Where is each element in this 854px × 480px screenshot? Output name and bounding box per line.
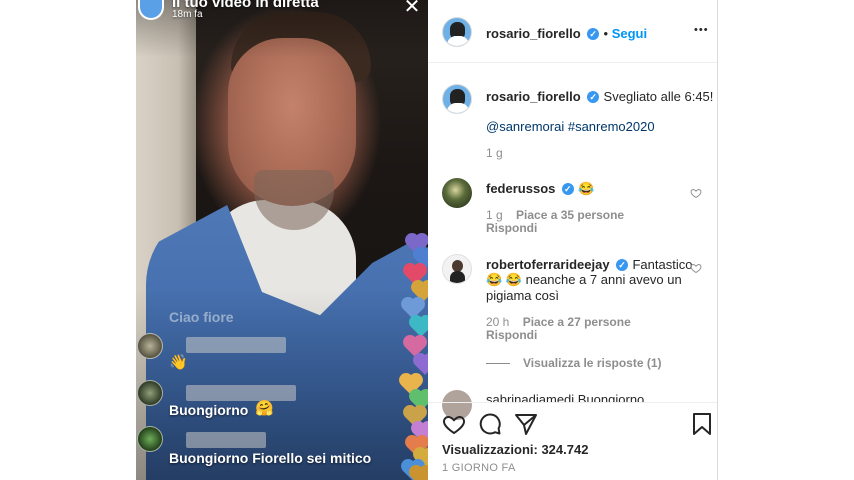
- dot-separator: •: [603, 26, 612, 41]
- reply-button[interactable]: Rispondi: [486, 328, 537, 342]
- commenter-avatar: [137, 380, 163, 406]
- verified-icon: ✓: [587, 90, 600, 103]
- comment-username[interactable]: federussos: [486, 181, 555, 196]
- post-date[interactable]: 1 GIORNO FA: [442, 462, 516, 474]
- caption-author-avatar[interactable]: [442, 84, 472, 114]
- comment-likes[interactable]: Piace a 27 persone: [523, 315, 631, 329]
- cut-off-comment: sabrinadiamedi Buongiorno: [486, 392, 645, 402]
- verified-icon: ✓: [587, 27, 600, 40]
- actions-divider: [428, 402, 717, 403]
- comment-time[interactable]: 20 h: [486, 315, 509, 329]
- replies-line: [486, 363, 510, 364]
- blurred-username: [186, 432, 266, 448]
- live-comment-text: Buongiorno Fiorello sei mitico: [169, 450, 372, 466]
- comment: federussos ✓ 😂: [486, 180, 594, 198]
- reply-button[interactable]: Rispondi: [486, 221, 537, 235]
- header-divider: [428, 62, 717, 63]
- wave-emoji: 👋: [169, 354, 188, 371]
- floating-hearts: [396, 230, 435, 480]
- comment-text: Fantastico: [632, 257, 693, 272]
- caption-tags[interactable]: @sanremorai #sanremo2020: [486, 119, 655, 134]
- comment-likes[interactable]: Piace a 35 persone: [516, 208, 624, 222]
- comment-time[interactable]: 1 g: [486, 208, 503, 222]
- comment-text-line3: pigiama così: [486, 288, 559, 303]
- more-options-icon[interactable]: •••: [694, 24, 709, 36]
- commenter-avatar[interactable]: [442, 178, 472, 208]
- fading-live-comment: Ciao fiore: [169, 309, 234, 325]
- comment-meta: 1 g Piace a 35 persone: [486, 208, 624, 222]
- commenter-avatar: [137, 333, 163, 359]
- commenter-avatar[interactable]: [442, 254, 472, 284]
- comment-text: 😂: [578, 181, 595, 196]
- author-username[interactable]: rosario_fiorello: [486, 26, 581, 41]
- like-icon[interactable]: [442, 412, 466, 436]
- blurred-username: [186, 385, 296, 401]
- follow-button[interactable]: Segui: [612, 26, 647, 41]
- verified-icon: ✓: [561, 182, 574, 195]
- caption-username[interactable]: rosario_fiorello: [486, 89, 581, 104]
- comment-icon[interactable]: [478, 412, 502, 436]
- author-avatar[interactable]: [442, 17, 472, 47]
- commenter-avatar: [137, 426, 163, 452]
- post-side-panel: rosario_fiorello ✓ • Segui ••• rosario_f…: [428, 0, 718, 480]
- save-bookmark-icon[interactable]: [691, 412, 713, 436]
- live-time: 18m fa: [172, 9, 203, 20]
- caption-text: Svegliato alle 6:45!: [603, 89, 714, 104]
- close-icon[interactable]: ✕: [403, 0, 421, 17]
- hug-emoji: 🤗: [255, 400, 274, 417]
- caption-time[interactable]: 1 g: [486, 146, 503, 160]
- view-replies-button[interactable]: Visualizza le risposte (1): [523, 356, 662, 370]
- like-comment-icon[interactable]: [690, 262, 702, 274]
- blurred-username: [186, 337, 286, 353]
- comment-meta: 20 h Piace a 27 persone: [486, 315, 631, 329]
- verified-icon: ✓: [616, 258, 629, 271]
- share-icon[interactable]: [514, 412, 538, 436]
- like-comment-icon[interactable]: [690, 187, 702, 199]
- live-comment-text: Buongiorno: [169, 402, 249, 418]
- comment-text-line2: 😂 😂 neanche a 7 anni avevo un: [486, 272, 682, 287]
- post-header: rosario_fiorello ✓ • Segui: [486, 25, 647, 43]
- views-count[interactable]: Visualizzazioni: 324.742: [442, 442, 588, 457]
- comment-username[interactable]: robertoferrarideejay: [486, 257, 610, 272]
- caption: rosario_fiorello ✓ Svegliato alle 6:45!: [486, 88, 713, 106]
